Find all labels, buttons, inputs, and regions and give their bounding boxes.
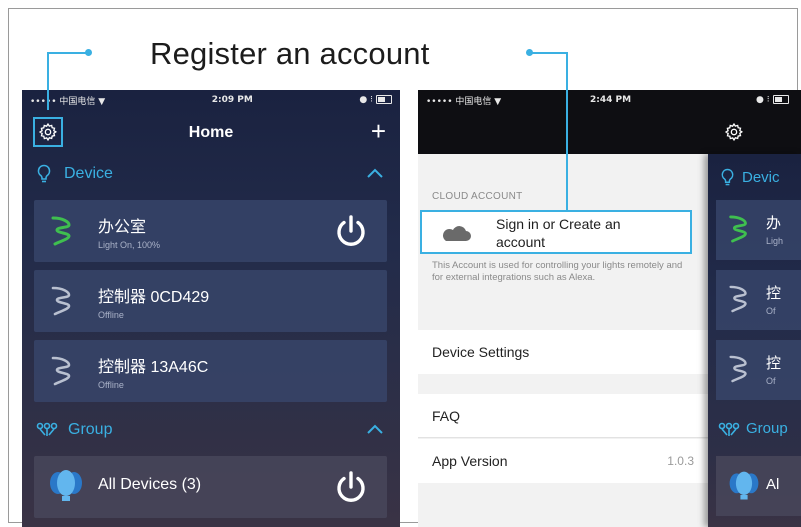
phone-settings-drawer: ••••• 中国电信 ▼ 2:44 PM ● ⁝ CLOUD ACCOUNT S… xyxy=(418,90,801,527)
device-name: 办公室 xyxy=(98,219,147,236)
device-section-header[interactable]: Device xyxy=(22,156,400,192)
light-strip-icon xyxy=(51,216,71,246)
peek-device-status: Of xyxy=(766,306,776,316)
device-status: Offline xyxy=(98,310,124,320)
gear-icon[interactable] xyxy=(724,122,744,142)
status-indicators: ● ⁝ xyxy=(359,95,373,105)
home-screen-peek[interactable]: Devic 办 Ligh 控 Of 控 Of Group Al xyxy=(708,154,801,527)
page-title: Home xyxy=(188,124,234,141)
phone-home-screen: ••••• 中国电信 ▼ 2:09 PM ● ⁝ Home + Device 办… xyxy=(22,90,400,527)
app-version-value: 1.0.3 xyxy=(667,454,694,468)
peek-group-row: Al xyxy=(716,456,801,516)
sign-in-button[interactable]: Sign in or Create an account xyxy=(420,210,692,254)
group-name: All Devices (3) xyxy=(98,476,202,493)
account-description: This Account is used for controlling you… xyxy=(432,260,683,283)
peek-device-status: Ligh xyxy=(766,236,784,246)
bulbs-icon xyxy=(729,471,759,500)
light-strip-icon xyxy=(51,356,71,386)
status-time: 2:09 PM xyxy=(211,95,253,105)
device-section-label: Device xyxy=(64,165,113,182)
group-section-header[interactable]: Group xyxy=(22,412,400,448)
peek-device-label: Devic xyxy=(742,169,780,186)
status-right: ● ⁝ xyxy=(359,95,392,105)
device-status: Offline xyxy=(98,380,124,390)
bulb-icon xyxy=(37,164,51,183)
light-strip-icon xyxy=(729,285,747,313)
callout-line-left-vertical xyxy=(47,52,49,110)
peek-device-row: 办 Ligh xyxy=(716,200,801,260)
light-strip-icon xyxy=(51,286,71,316)
peek-device-name: 控 xyxy=(766,285,782,302)
callout-dot-left xyxy=(85,49,92,56)
headline: Register an account xyxy=(150,36,430,71)
carrier: ••••• 中国电信 ▼ xyxy=(30,96,106,107)
callout-line-right-horizontal xyxy=(531,52,567,54)
settings-button[interactable] xyxy=(33,117,63,147)
peek-device-row: 控 Of xyxy=(716,340,801,400)
device-row[interactable]: 控制器 13A46C Offline xyxy=(34,340,387,402)
device-status: Light On, 100% xyxy=(98,240,161,250)
carrier: ••••• 中国电信 ▼ xyxy=(426,96,502,107)
battery-icon xyxy=(772,95,789,104)
group-section-label: Group xyxy=(68,421,113,438)
group-icon xyxy=(718,422,740,436)
power-icon[interactable] xyxy=(333,469,369,505)
menu-item-label: Device Settings xyxy=(432,344,530,360)
peek-device-row: 控 Of xyxy=(716,270,801,330)
bulbs-icon xyxy=(50,470,82,501)
settings-drawer: CLOUD ACCOUNT Sign in or Create an accou… xyxy=(418,154,708,527)
menu-item-faq[interactable]: FAQ xyxy=(418,394,708,438)
power-icon[interactable] xyxy=(333,213,369,249)
gear-icon xyxy=(38,122,58,142)
top-bar xyxy=(418,110,801,154)
chevron-up-icon[interactable] xyxy=(366,423,384,435)
chevron-up-icon[interactable] xyxy=(366,167,384,179)
cloud-account-title: CLOUD ACCOUNT xyxy=(432,191,523,202)
menu-item-label: FAQ xyxy=(432,408,461,424)
peek-device-name: 办 xyxy=(766,215,782,232)
status-bar: ••••• 中国电信 ▼ 2:44 PM ● ⁝ xyxy=(418,90,801,110)
battery-icon xyxy=(376,95,392,104)
peek-group-name: Al xyxy=(766,476,780,493)
nav-bar: Home + xyxy=(22,110,400,156)
device-row[interactable]: 控制器 0CD429 Offline xyxy=(34,270,387,332)
bulb-icon xyxy=(721,168,734,186)
menu-item-app-version: App Version 1.0.3 xyxy=(418,439,708,483)
cloud-icon xyxy=(442,226,471,241)
light-strip-icon xyxy=(729,215,747,243)
device-name: 控制器 13A46C xyxy=(98,359,209,376)
group-row[interactable]: All Devices (3) xyxy=(34,456,387,518)
light-strip-icon xyxy=(729,355,747,383)
callout-dot-right xyxy=(526,49,533,56)
menu-item-device-settings[interactable]: Device Settings xyxy=(418,330,708,374)
peek-device-status: Of xyxy=(766,376,776,386)
add-button[interactable]: + xyxy=(371,116,386,147)
group-icon xyxy=(36,422,58,436)
menu-item-label: App Version xyxy=(432,453,508,469)
callout-line-left-horizontal xyxy=(47,52,87,54)
status-bar: ••••• 中国电信 ▼ 2:09 PM ● ⁝ xyxy=(22,90,400,110)
device-row[interactable]: 办公室 Light On, 100% xyxy=(34,200,387,262)
peek-device-name: 控 xyxy=(766,355,782,372)
callout-line-right-vertical xyxy=(566,52,568,210)
sign-in-label-line1: Sign in or Create an xyxy=(496,216,621,232)
device-name: 控制器 0CD429 xyxy=(98,289,210,306)
sign-in-label-line2: account xyxy=(496,234,546,250)
status-right: ● ⁝ xyxy=(756,95,789,105)
status-time: 2:44 PM xyxy=(590,95,632,105)
peek-group-label: Group xyxy=(746,420,788,437)
status-indicators: ● ⁝ xyxy=(756,95,770,105)
